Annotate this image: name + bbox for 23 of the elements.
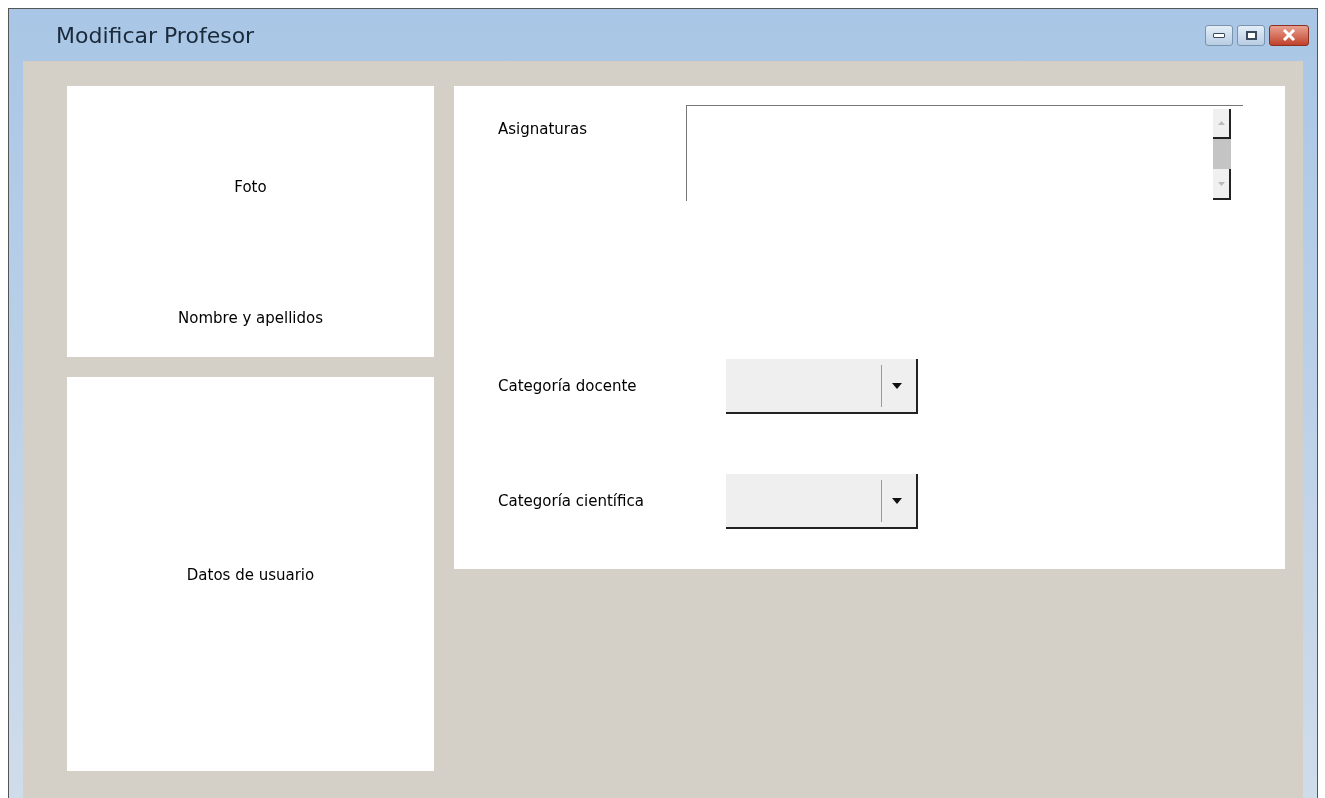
minimize-icon — [1213, 32, 1225, 38]
close-button[interactable] — [1269, 24, 1309, 46]
maximize-button[interactable] — [1237, 24, 1265, 46]
up-arrow-icon — [1217, 121, 1225, 125]
category-dropdown[interactable] — [726, 474, 918, 529]
minimize-button[interactable] — [1205, 24, 1233, 46]
scroll-thumb[interactable] — [1213, 139, 1231, 169]
category-label: Categoría docente — [498, 376, 638, 398]
down-arrow-icon — [1217, 181, 1225, 186]
scroll-up-button[interactable] — [1213, 109, 1231, 139]
scroll-down-button[interactable] — [1213, 169, 1231, 200]
category-dropdown[interactable] — [726, 359, 918, 414]
photo-label: Foto — [234, 177, 267, 198]
window-title: Modificar Profesor — [56, 21, 255, 50]
category-label: Categoría científica — [498, 491, 645, 513]
dropdown-arrow-icon — [892, 382, 902, 389]
subjects-label: Asignaturas — [498, 119, 589, 140]
user-data-label: Datos de usuario — [186, 565, 315, 586]
maximize-icon — [1245, 30, 1257, 40]
name-label: Nombre y apellidos — [178, 307, 323, 329]
dropdown-arrow-icon — [892, 497, 902, 504]
scrollbar[interactable] — [1213, 109, 1231, 200]
close-icon — [1282, 29, 1296, 41]
